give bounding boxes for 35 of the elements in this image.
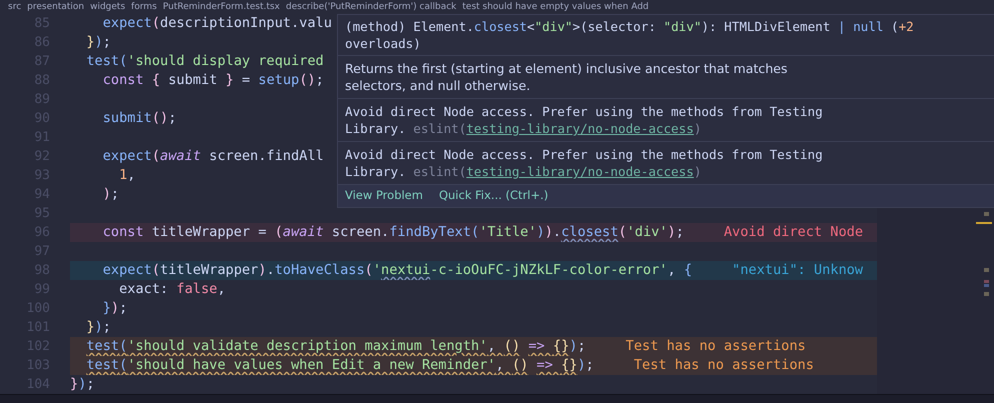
inline-diagnostic: "nextui": Unknow — [732, 261, 863, 280]
breadcrumb-item[interactable]: presentation — [27, 0, 84, 14]
code-line: test('should display required — [85, 52, 324, 71]
inline-diagnostic: Avoid direct Node — [724, 223, 864, 242]
rule-link[interactable]: testing-library/no-node-access — [466, 121, 694, 136]
breadcrumb-item[interactable]: src — [8, 0, 22, 14]
documentation-text: Returns the first (starting at element) inclusive ancestor that matches selectors, and null otherwise. — [345, 60, 788, 94]
code-line: 1, — [118, 166, 136, 185]
code-line: submit(); — [102, 109, 176, 128]
code-line: ); — [102, 185, 120, 204]
inline-diagnostic: Test has no assertions — [626, 337, 806, 356]
code-line: expect(descriptionInput.valu — [102, 14, 332, 33]
code-line: }); — [70, 375, 95, 394]
inline-diagnostic: Test has no assertions — [634, 356, 814, 375]
action-link[interactable]: View Problem — [345, 187, 423, 205]
code-line: }); — [85, 318, 111, 337]
breadcrumb-item[interactable]: PutReminderForm.test.tsx — [162, 0, 280, 14]
action-link[interactable]: Quick Fix... (Ctrl+.) — [438, 187, 548, 205]
code-line: const titleWrapper = (await screen.findByText('Title')).closest('div'); — [102, 223, 684, 242]
breadcrumb-item[interactable]: describe('PutReminderForm') callback — [286, 0, 456, 14]
problem-message: Avoid direct Node access. Prefer using the methods from Testing Library. eslint(testing-library/no-node-access) — [345, 103, 824, 137]
method-signature: (method) Element.closest<"div">(selector: "div"): HTMLDivElement | null (+2 overloads) — [345, 18, 915, 52]
code-line: expect(titleWrapper).toHaveClass('nextui-c-ioOuFC-jNZkLF-color-error', { — [102, 261, 692, 280]
breadcrumb-item[interactable]: forms — [131, 0, 157, 14]
rule-link[interactable]: testing-library/no-node-access — [466, 164, 694, 179]
code-line: test('should validate description maximum length', () => {}); — [85, 337, 586, 356]
code-line: test('should have values when Edit a new Reminder', () => {}); — [85, 356, 594, 375]
problem-message: Avoid direct Node access. Prefer using the methods from Testing Library. eslint(testing-library/no-node-access) — [345, 146, 824, 180]
breadcrumb-item[interactable]: widgets — [90, 0, 126, 14]
code-line: exact: false, — [118, 280, 226, 299]
code-line: const { submit } = setup(); — [102, 71, 324, 90]
code-line: }); — [102, 299, 128, 318]
code-line: expect(await screen.findAll — [102, 147, 324, 166]
code-line: }); — [85, 33, 111, 52]
breadcrumb-item[interactable]: test should have empty values when Add — [462, 0, 649, 14]
